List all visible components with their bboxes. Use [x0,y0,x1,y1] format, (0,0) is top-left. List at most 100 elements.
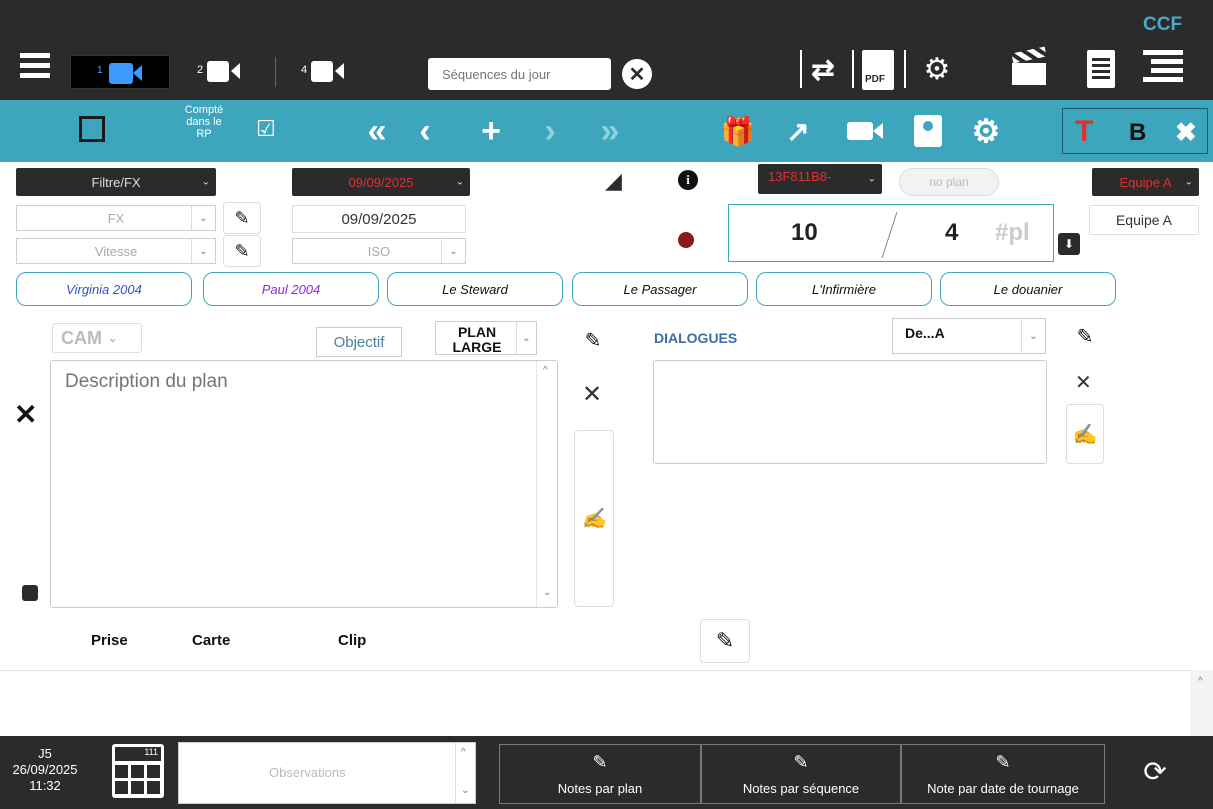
take-edit-button[interactable]: ✎ [700,619,750,663]
chevron-down-icon: ⌄ [867,173,876,185]
cam-view-1-button[interactable]: 1 [70,55,170,89]
iso-select[interactable]: ISO ⌄ [292,238,466,264]
character-chip[interactable]: Paul 2004 [203,272,379,306]
equipe-select[interactable]: Equipe A ⌄ [1092,168,1199,196]
cam-view-4-button[interactable]: 4 [296,58,366,88]
vitesse-select[interactable]: Vitesse ⌄ [16,238,216,264]
last-icon[interactable]: » [590,112,630,150]
description-scrollbar[interactable]: ^ ⌄ [536,361,557,607]
date-value-field[interactable]: 09/09/2025 [292,205,466,233]
clear-style-icon[interactable]: ✖ [1175,117,1197,148]
cam-view-2-button[interactable]: 2 [192,58,262,88]
objectif-button[interactable]: Objectif [316,327,402,357]
counter-left: 10 [791,219,818,246]
refresh-icon[interactable]: ⟳ [1138,754,1172,788]
notes-area[interactable] [0,670,1213,736]
calculator-icon[interactable]: 111 [112,744,164,798]
no-plan-button[interactable]: no plan [899,168,999,196]
add-icon[interactable]: + [474,112,508,150]
fx-edit-button[interactable]: ✎ [223,202,261,234]
clear-search-icon[interactable]: ✕ [622,59,652,89]
text-style-group: T B ✖ [1062,108,1208,154]
shooting-date: 26/09/2025 [12,762,78,777]
observations-scrollbar[interactable]: ^ ⌄ [455,743,475,803]
edit-note-icon: ✎ [592,752,608,772]
equipe-value-field: Equipe A [1089,205,1199,235]
clip-label: Clip [338,632,367,649]
character-chip[interactable]: Le Passager [572,272,748,306]
pdf-icon[interactable]: PDF [862,50,894,90]
notes-scrollbar[interactable]: ^ [1190,670,1213,736]
date-select[interactable]: 09/09/2025 ⌄ [292,168,470,196]
description-signature-button[interactable]: ✍ [574,430,614,607]
chevron-down-icon: ⌄ [461,785,470,796]
download-icon[interactable]: ⬇ [1058,233,1080,255]
settings-icon[interactable]: ⚙ [968,113,1004,149]
description-clear-icon[interactable]: ✕ [582,380,602,409]
camera-icon [311,61,333,82]
pencil-icon: ✎ [234,240,250,261]
text-color-button[interactable]: T [1075,115,1093,149]
user-settings-icon[interactable]: ⚙ [914,50,960,88]
rp-checkbox[interactable]: ☑ [256,116,276,142]
character-chip[interactable]: Virginia 2004 [16,272,192,306]
pencil-icon: ✎ [1076,325,1094,348]
pencil-icon: ✎ [234,207,250,228]
sequences-search-input[interactable] [428,58,611,90]
notes-par-sequence-button[interactable]: ✎ Notes par séquence [701,744,901,804]
previous-icon[interactable]: ‹ [410,112,440,150]
top-bar: CCF 1 2 4 ✕ ⇄ PDF ⚙ [0,0,1213,100]
observations-field[interactable]: Observations ^ ⌄ [178,742,476,804]
chevron-down-icon: ⌄ [543,587,552,598]
contact-card-icon[interactable] [913,114,943,148]
fx-select[interactable]: FX ⌄ [16,205,216,231]
mute-icon[interactable]: ◢ [605,168,622,194]
cam-select[interactable]: CAM ⌄ [52,323,142,353]
share-icon[interactable]: ↗ [780,114,816,148]
video-camera-icon[interactable] [845,116,885,146]
menu-icon[interactable] [20,53,50,79]
dialogues-clear-icon[interactable]: ✕ [1075,370,1092,395]
close-plan-icon[interactable]: ✕ [14,398,37,431]
rp-label: Compté dans le RP [184,104,224,140]
counter-suffix: #pl [995,219,1030,246]
plan-description-input[interactable] [50,360,558,608]
vitesse-edit-button[interactable]: ✎ [223,235,261,267]
sheet-icon[interactable] [1087,50,1115,88]
clip-id-select[interactable]: 13F811B8- ⌄ [758,164,882,194]
swap-icon[interactable]: ⇄ [800,50,844,88]
description-edit-button[interactable]: ✎ [574,322,612,358]
character-chip[interactable]: L'Infirmière [756,272,932,306]
character-chip[interactable]: Le douanier [940,272,1116,306]
chevron-up-icon: ^ [461,747,466,758]
ccf-badge: CCF [1143,14,1183,35]
next-icon[interactable]: › [535,112,565,150]
gift-icon[interactable]: 🎁 [720,114,756,148]
chevron-down-icon: ⌄ [441,239,465,263]
image-icon[interactable] [22,585,38,601]
select-checkbox[interactable] [79,116,105,142]
list-menu-icon[interactable] [1143,50,1183,90]
character-chip[interactable]: Le Steward [387,272,563,306]
dialogues-signature-button[interactable]: ✍ [1066,404,1104,464]
cam-view-4-number: 4 [301,64,308,76]
prise-label: Prise [91,632,128,649]
chevron-down-icon: ⌄ [516,322,536,354]
counter-divider [881,212,898,258]
info-icon[interactable]: i [678,170,698,190]
pencil-icon: ✎ [584,329,602,352]
first-icon[interactable]: « [357,112,397,150]
dialogues-input[interactable] [653,360,1047,464]
bold-button[interactable]: B [1129,119,1146,147]
filtre-fx-select[interactable]: Filtre/FX ⌄ [16,168,216,196]
de-a-select[interactable]: De...A ⌄ [892,318,1046,354]
record-indicator[interactable] [678,232,694,248]
plan-type-select[interactable]: PLAN LARGE ⌄ [435,321,537,355]
notes-par-date-button[interactable]: ✎ Note par date de tournage [901,744,1105,804]
dialogues-edit-button[interactable]: ✎ [1066,318,1104,354]
camera-icon [207,61,229,82]
clapperboard-icon[interactable] [1011,46,1047,86]
notes-par-plan-button[interactable]: ✎ Notes par plan [499,744,701,804]
chevron-down-icon: ⌄ [1184,176,1193,188]
separator [904,50,906,88]
